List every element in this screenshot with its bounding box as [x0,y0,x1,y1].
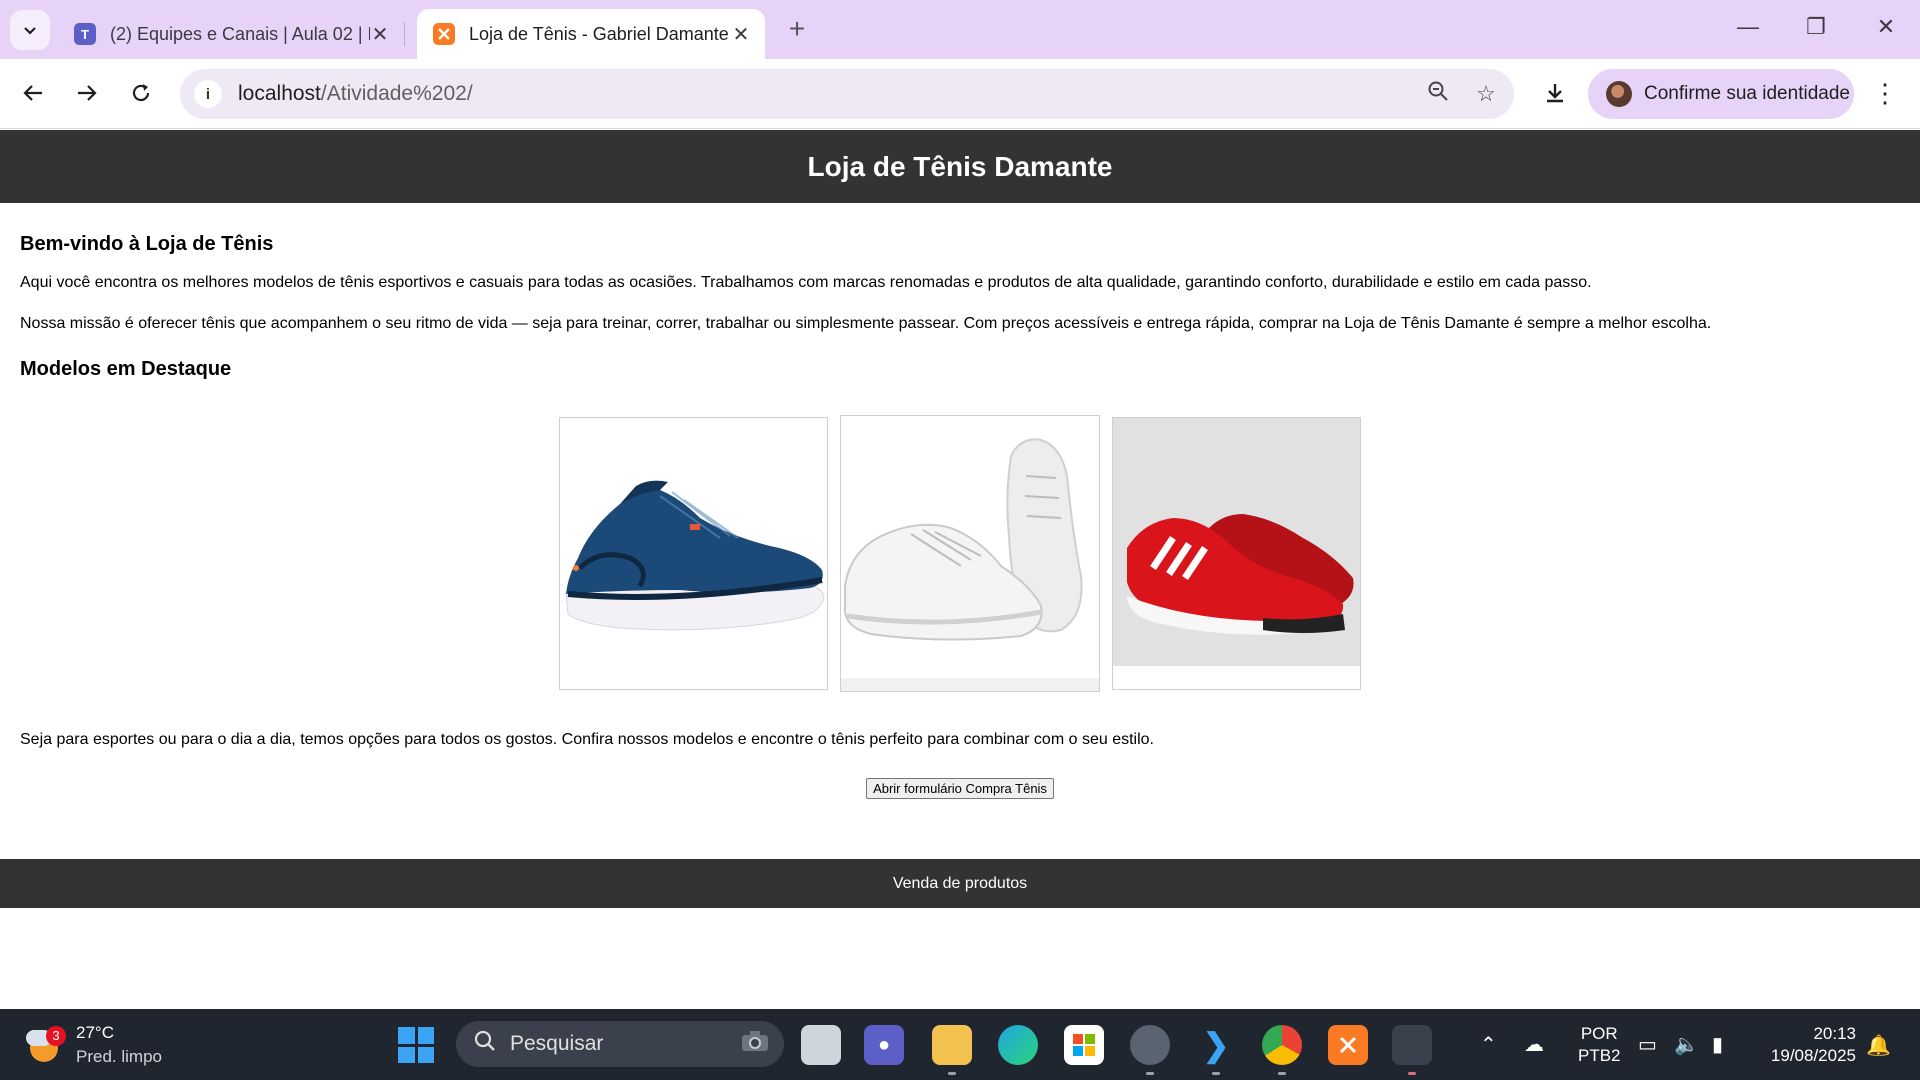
tab-teams[interactable]: T (2) Equipes e Canais | Aula 02 | M ✕ [58,9,404,59]
taskbar-search[interactable]: Pesquisar [456,1021,784,1067]
arrow-right-icon [78,85,97,101]
download-icon [1547,84,1563,103]
language-line1: POR [1580,1024,1618,1043]
back-button[interactable] [13,73,53,113]
address-url[interactable]: localhost/Atividade%202/ [238,82,1418,106]
close-tab-icon[interactable]: ✕ [731,22,751,47]
tab-separator [404,22,405,46]
product-image-white-casual-sneaker [840,415,1100,692]
forward-button[interactable] [67,73,107,113]
windows-taskbar: 3 27°C Pred. limpo Pesquisar ● ❯ ⌃ ☁ POR [0,1009,1920,1080]
intro-paragraph: Aqui você encontra os melhores modelos d… [20,274,1592,291]
product-gallery [20,415,1900,692]
search-placeholder: Pesquisar [510,1032,604,1055]
clock[interactable]: 20:13 19/08/2025 [1758,1023,1856,1067]
mission-paragraph: Nossa missão é oferecer tênis que acompa… [20,315,1712,332]
weather-widget[interactable]: 3 27°C Pred. limpo [26,1021,162,1069]
browser-menu-button[interactable]: ⋮ [1870,73,1900,113]
vscode-icon[interactable]: ❯ [1196,1025,1236,1065]
onedrive-icon[interactable]: ☁ [1524,1009,1544,1080]
site-info-icon[interactable]: i [194,80,222,108]
product-image-red-sport-shoe [1112,417,1361,690]
reload-icon [132,84,150,102]
close-window-button[interactable]: ✕ [1866,14,1906,40]
avatar [1606,81,1632,107]
start-button[interactable] [398,1027,434,1063]
microsoft-store-icon[interactable] [1064,1025,1104,1065]
language-line2: PTB2 [1578,1046,1621,1065]
bookmark-star-icon[interactable]: ☆ [1466,81,1506,107]
snipping-tool-icon[interactable] [1392,1025,1432,1065]
xampp-icon [433,23,455,45]
language-indicator[interactable]: POR PTB2 [1578,1023,1621,1067]
open-purchase-form-button[interactable]: Abrir formulário Compra Tênis [866,778,1054,799]
address-bar[interactable]: i localhost/Atividade%202/ ☆ [180,69,1514,119]
actions-area: Abrir formulário Compra Tênis [20,778,1900,799]
main-content: Bem-vindo à Loja de Tênis Aqui você enco… [0,233,1920,799]
teams-icon: T [74,23,96,45]
site-footer: Venda de produtos [0,859,1920,908]
tab-search-button[interactable] [10,10,50,50]
restore-button[interactable]: ❐ [1796,14,1836,40]
welcome-heading: Bem-vindo à Loja de Tênis [20,233,274,255]
footer-text: Venda de produtos [892,874,1028,892]
network-icon[interactable]: ▭ [1638,1009,1657,1080]
browser-toolbar: i localhost/Atividade%202/ ☆ Confirme su… [0,59,1920,129]
file-explorer-icon[interactable] [932,1025,972,1065]
chevron-down-icon [24,27,36,35]
weather-badge: 3 [46,1026,66,1046]
weather-icon: 3 [26,1026,66,1064]
site-header: Loja de Tênis Damante [0,130,1920,203]
close-tab-icon[interactable]: ✕ [370,22,390,47]
page-viewport: Loja de Tênis Damante Bem-vindo à Loja d… [0,130,1920,1009]
new-tab-button[interactable]: + [782,14,812,44]
tab-title: Loja de Tênis - Gabriel Damante [469,23,729,44]
volume-muted-icon[interactable]: 🔈 [1674,1009,1699,1080]
camera-icon [740,1029,770,1059]
page-title: Loja de Tênis Damante [807,150,1113,182]
arrow-left-icon [23,85,42,101]
address-host: localhost [238,82,321,105]
downloads-button[interactable] [1535,73,1575,113]
battery-icon[interactable]: ▮ [1712,1009,1723,1080]
address-path: /Atividade%202/ [320,82,473,105]
chrome-icon[interactable] [1262,1025,1302,1065]
browser-tabstrip: T (2) Equipes e Canais | Aula 02 | M ✕ L… [0,0,1920,59]
clock-time: 20:13 [1813,1024,1856,1043]
task-view-icon[interactable] [801,1025,841,1065]
featured-heading: Modelos em Destaque [20,358,232,380]
tab-loja-de-tenis[interactable]: Loja de Tênis - Gabriel Damante ✕ [417,9,765,59]
search-icon [474,1030,496,1058]
product-image-blue-running-shoe [559,417,828,690]
teams-chat-icon[interactable]: ● [864,1025,904,1065]
tab-title: (2) Equipes e Canais | Aula 02 | M [110,23,370,44]
zoom-icon[interactable] [1418,80,1458,108]
settings-gear-icon[interactable] [1130,1025,1170,1065]
closing-paragraph: Seja para esportes ou para o dia a dia, … [20,731,1154,748]
profile-label: Confirme sua identidade [1644,83,1850,104]
reload-button[interactable] [121,73,161,113]
minimize-button[interactable]: — [1728,14,1768,40]
notification-bell-icon[interactable]: 🔔 [1866,1033,1891,1058]
clock-date: 19/08/2025 [1770,1046,1856,1065]
edge-icon[interactable] [998,1025,1038,1065]
weather-temp: 27°C [76,1023,114,1042]
xampp-taskbar-icon[interactable] [1328,1025,1368,1065]
profile-button[interactable]: Confirme sua identidade [1588,69,1854,119]
show-hidden-icons[interactable]: ⌃ [1480,1009,1497,1080]
weather-desc: Pred. limpo [76,1047,162,1066]
